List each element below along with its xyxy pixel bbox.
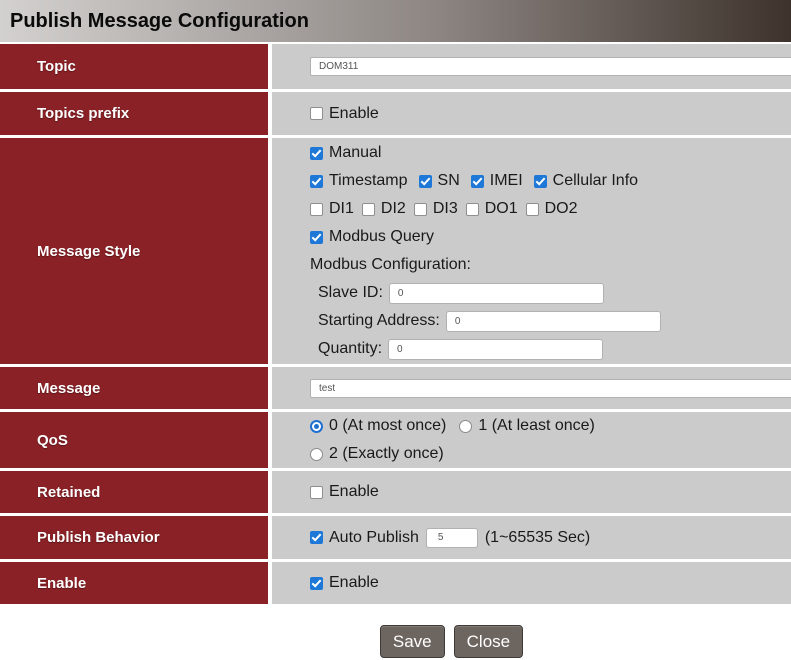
qos-2-option: 2 (Exactly once)	[310, 445, 444, 463]
qos-0-radio[interactable]	[310, 420, 323, 433]
publish-message-configuration-panel: Publish Message Configuration Topic Topi…	[0, 0, 791, 660]
io-line: DI1 DI2 DI3 DO1 DO2	[310, 195, 791, 223]
do1-label: DO1	[485, 200, 518, 218]
page-title: Publish Message Configuration	[0, 0, 791, 42]
do1-checkbox[interactable]	[466, 203, 479, 216]
slave-id-label: Slave ID:	[318, 284, 383, 302]
qos-2-radio[interactable]	[310, 448, 323, 461]
starting-address-line: Starting Address:	[310, 307, 791, 335]
enable-row-label: Enable	[0, 562, 268, 604]
enable-row: Enable Enable	[0, 562, 791, 604]
qos-0-option: 0 (At most once)	[310, 417, 446, 435]
quantity-label: Quantity:	[318, 340, 382, 358]
modbus-query-checkbox[interactable]	[310, 231, 323, 244]
enable-label: Enable	[329, 574, 379, 592]
auto-publish-interval-input[interactable]	[426, 528, 478, 548]
timestamp-option: Timestamp	[310, 172, 408, 190]
di1-label: DI1	[329, 200, 354, 218]
metadata-line: Timestamp SN IMEI Cellular Info	[310, 167, 791, 195]
retained-row-label: Retained	[0, 471, 268, 513]
publish-behavior-row: Publish Behavior Auto Publish (1~65535 S…	[0, 516, 791, 559]
qos-line-2: 2 (Exactly once)	[310, 440, 791, 468]
sn-label: SN	[438, 172, 460, 190]
close-button[interactable]: Close	[454, 625, 523, 658]
imei-checkbox[interactable]	[471, 175, 484, 188]
enable-checkbox[interactable]	[310, 577, 323, 590]
manual-checkbox[interactable]	[310, 147, 323, 160]
modbus-query-option: Modbus Query	[310, 228, 434, 246]
enable-option: Enable	[310, 574, 379, 592]
message-style-row: Message Style Manual Timestamp SN	[0, 138, 791, 364]
message-input[interactable]	[310, 379, 791, 398]
auto-publish-option: Auto Publish	[310, 529, 419, 547]
manual-label: Manual	[329, 144, 381, 162]
starting-address-label: Starting Address:	[318, 312, 440, 330]
slave-id-input[interactable]	[389, 283, 604, 304]
di2-option: DI2	[362, 200, 406, 218]
do2-option: DO2	[526, 200, 578, 218]
imei-label: IMEI	[490, 172, 523, 190]
modbus-query-line: Modbus Query	[310, 223, 791, 251]
sn-option: SN	[419, 172, 460, 190]
qos-2-label: 2 (Exactly once)	[329, 445, 444, 463]
button-bar: Save Close	[0, 625, 791, 658]
save-button[interactable]: Save	[380, 625, 445, 658]
qos-1-label: 1 (At least once)	[478, 417, 595, 435]
publish-behavior-row-label: Publish Behavior	[0, 516, 268, 559]
message-row: Message	[0, 367, 791, 409]
qos-row: QoS 0 (At most once) 1 (At least once) 2…	[0, 412, 791, 468]
topic-input[interactable]	[310, 57, 791, 76]
topics-prefix-row-label: Topics prefix	[0, 92, 268, 135]
auto-publish-range-hint: (1~65535 Sec)	[485, 529, 590, 547]
starting-address-input[interactable]	[446, 311, 661, 332]
timestamp-checkbox[interactable]	[310, 175, 323, 188]
di3-option: DI3	[414, 200, 458, 218]
do2-label: DO2	[545, 200, 578, 218]
topics-prefix-enable-option: Enable	[310, 105, 379, 123]
qos-1-option: 1 (At least once)	[459, 417, 595, 435]
cellular-info-label: Cellular Info	[553, 172, 638, 190]
sn-checkbox[interactable]	[419, 175, 432, 188]
di1-option: DI1	[310, 200, 354, 218]
retained-enable-option: Enable	[310, 483, 379, 501]
modbus-query-label: Modbus Query	[329, 228, 434, 246]
di3-label: DI3	[433, 200, 458, 218]
topics-prefix-row: Topics prefix Enable	[0, 92, 791, 135]
qos-0-label: 0 (At most once)	[329, 417, 446, 435]
slave-id-line: Slave ID:	[310, 279, 791, 307]
timestamp-label: Timestamp	[329, 172, 408, 190]
cellular-info-option: Cellular Info	[534, 172, 638, 190]
retained-enable-label: Enable	[329, 483, 379, 501]
quantity-line: Quantity:	[310, 335, 791, 363]
di3-checkbox[interactable]	[414, 203, 427, 216]
do2-checkbox[interactable]	[526, 203, 539, 216]
topic-row-label: Topic	[0, 44, 268, 89]
message-style-row-label: Message Style	[0, 138, 268, 364]
message-row-label: Message	[0, 367, 268, 409]
topic-row: Topic	[0, 44, 791, 89]
topics-prefix-enable-label: Enable	[329, 105, 379, 123]
imei-option: IMEI	[471, 172, 523, 190]
qos-line-1: 0 (At most once) 1 (At least once)	[310, 412, 791, 440]
auto-publish-checkbox[interactable]	[310, 531, 323, 544]
manual-line: Manual	[310, 139, 791, 167]
topics-prefix-enable-checkbox[interactable]	[310, 107, 323, 120]
di2-checkbox[interactable]	[362, 203, 375, 216]
qos-1-radio[interactable]	[459, 420, 472, 433]
auto-publish-label: Auto Publish	[329, 529, 419, 547]
manual-option: Manual	[310, 144, 381, 162]
retained-enable-checkbox[interactable]	[310, 486, 323, 499]
di1-checkbox[interactable]	[310, 203, 323, 216]
retained-row: Retained Enable	[0, 471, 791, 513]
do1-option: DO1	[466, 200, 518, 218]
modbus-configuration-title: Modbus Configuration:	[310, 251, 791, 279]
cellular-info-checkbox[interactable]	[534, 175, 547, 188]
qos-row-label: QoS	[0, 412, 268, 468]
quantity-input[interactable]	[388, 339, 603, 360]
di2-label: DI2	[381, 200, 406, 218]
